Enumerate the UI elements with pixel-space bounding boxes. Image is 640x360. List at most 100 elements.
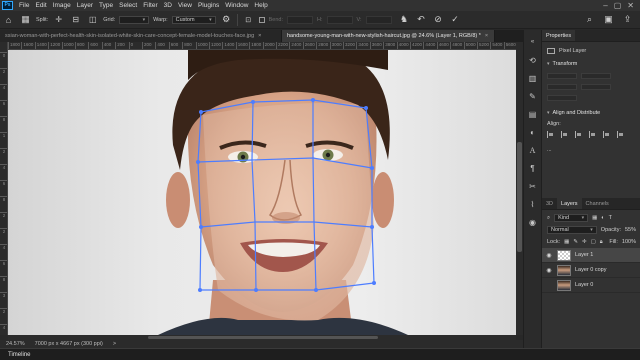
filter-pixel-icon[interactable]: ▦	[592, 215, 597, 221]
collapse-icon[interactable]: «	[527, 36, 539, 48]
learn-icon[interactable]: ✎	[527, 90, 539, 102]
lock-all-icon[interactable]: 🔒︎	[600, 239, 603, 246]
opacity-value[interactable]: 55%	[625, 227, 636, 233]
align-section[interactable]: ▾ Align and Distribute	[542, 107, 640, 119]
align-top-icon[interactable]	[589, 131, 596, 138]
warp-control-point[interactable]	[311, 98, 315, 102]
warp-control-point[interactable]	[199, 110, 203, 114]
v-field[interactable]	[365, 15, 392, 24]
align-right-icon[interactable]	[575, 131, 582, 138]
h-field[interactable]	[326, 15, 353, 24]
tab-document-man[interactable]: handsome-young-man-with-new-stylish-hair…	[282, 30, 495, 42]
split-horizontal-icon[interactable]: ⊟	[69, 13, 82, 26]
close-icon[interactable]: ✕	[627, 1, 634, 10]
bend-field[interactable]	[287, 15, 313, 24]
width-field[interactable]	[547, 72, 577, 79]
align-left-icon[interactable]	[547, 131, 554, 138]
warp-control-point[interactable]	[196, 160, 200, 164]
vertical-scrollbar[interactable]	[516, 42, 523, 335]
adjustments-icon[interactable]: ◐	[527, 126, 539, 138]
lock-artboard-icon[interactable]: ▢	[591, 239, 596, 245]
minimize-icon[interactable]: –	[603, 1, 607, 10]
home-icon[interactable]: ⌂	[2, 13, 15, 26]
menu-plugins[interactable]: Plugins	[195, 2, 222, 9]
align-bottom-icon[interactable]	[617, 131, 624, 138]
canvas[interactable]	[8, 50, 516, 335]
angle-field[interactable]	[547, 94, 577, 101]
warp-control-point[interactable]	[372, 281, 376, 285]
transform-section[interactable]: ▾ Transform	[542, 58, 640, 70]
y-field[interactable]	[581, 83, 611, 90]
share-icon[interactable]: ⇪	[621, 13, 634, 26]
layer-row-layer-0-copy[interactable]: ◉ Layer 0 copy	[542, 263, 640, 278]
filter-type-icon[interactable]: T	[609, 215, 612, 221]
warp-control-point[interactable]	[370, 225, 374, 229]
x-field[interactable]	[547, 83, 577, 90]
menu-type[interactable]: Type	[96, 2, 116, 9]
workspace-icon[interactable]: ▣	[602, 13, 615, 26]
orientation-icon[interactable]: ⚙	[220, 13, 233, 26]
menu-image[interactable]: Image	[50, 2, 74, 9]
reference-point-icon[interactable]: ⊡	[242, 13, 255, 26]
lock-pixels-icon[interactable]: ▦	[564, 239, 569, 245]
warp-control-point[interactable]	[314, 288, 318, 292]
undo-warp-icon[interactable]: ↶	[415, 13, 428, 26]
photoshop-logo[interactable]: Ps	[2, 1, 13, 10]
warp-tool-icon[interactable]: ▦	[19, 13, 32, 26]
paragraph-icon[interactable]: ¶	[527, 162, 539, 174]
history-icon[interactable]: ⟲	[527, 54, 539, 66]
glyphs-icon[interactable]: ◉	[527, 216, 539, 228]
maximize-icon[interactable]: ▢	[614, 1, 622, 10]
split-vertical-icon[interactable]: ◫	[86, 13, 99, 26]
tab-close-icon[interactable]: ×	[258, 33, 261, 39]
fill-value[interactable]: 100%	[622, 239, 636, 245]
warp-control-point[interactable]	[370, 166, 374, 170]
reference-point-checkbox[interactable]	[258, 16, 265, 23]
tab-close-icon[interactable]: ×	[485, 33, 488, 39]
visibility-eye-icon[interactable]: ◉	[545, 267, 553, 274]
tools-icon[interactable]: ✂	[527, 180, 539, 192]
layer-row-layer-1[interactable]: ◉ Layer 1	[542, 248, 640, 263]
commit-transform-icon[interactable]: ✓	[449, 13, 462, 26]
tab-3d[interactable]: 3D	[542, 198, 557, 209]
scroll-thumb[interactable]	[517, 142, 522, 252]
libraries-icon[interactable]: ▤	[527, 108, 539, 120]
warp-dropdown[interactable]: Custom ▾	[171, 15, 216, 24]
layer-row-layer-0[interactable]: Layer 0	[542, 278, 640, 293]
cancel-transform-icon[interactable]: ⊘	[432, 13, 445, 26]
menu-layer[interactable]: Layer	[74, 2, 96, 9]
tab-properties[interactable]: Properties	[542, 30, 576, 41]
tab-channels[interactable]: Channels	[582, 198, 613, 209]
status-menu-arrow[interactable]: >	[113, 341, 116, 347]
warp-control-point[interactable]	[199, 225, 203, 229]
align-center-icon[interactable]	[561, 131, 568, 138]
warp-control-point[interactable]	[254, 288, 258, 292]
character-icon[interactable]: A	[527, 144, 539, 156]
lock-position-icon[interactable]: ✛	[582, 239, 587, 245]
layer-filter-dropdown[interactable]: Kind ▾	[554, 214, 589, 222]
puppet-warp-icon[interactable]: ♞	[398, 13, 411, 26]
tab-document-woman[interactable]: ssian-woman-with-perfect-health-skin-iso…	[0, 30, 282, 42]
menu-view[interactable]: View	[175, 2, 195, 9]
menu-help[interactable]: Help	[251, 2, 270, 9]
grid-dropdown[interactable]: ▾	[119, 15, 150, 24]
menu-window[interactable]: Window	[222, 2, 251, 9]
blend-mode-dropdown[interactable]: Normal ▾	[547, 226, 597, 234]
visibility-eye-icon[interactable]: ◉	[545, 252, 553, 259]
lock-paint-icon[interactable]: ✎	[573, 239, 578, 245]
menu-edit[interactable]: Edit	[32, 2, 49, 9]
more-options[interactable]: ...	[547, 147, 552, 153]
menu-filter[interactable]: Filter	[140, 2, 160, 9]
menu-select[interactable]: Select	[116, 2, 140, 9]
warp-control-point[interactable]	[251, 100, 255, 104]
search-icon[interactable]: ⌕	[583, 13, 596, 26]
split-cross-icon[interactable]: ✛	[52, 13, 65, 26]
warp-control-point[interactable]	[198, 288, 202, 292]
height-field[interactable]	[581, 72, 611, 79]
brush-settings-icon[interactable]: ⌇	[527, 198, 539, 210]
swatches-icon[interactable]: ▥	[527, 72, 539, 84]
menu-3d[interactable]: 3D	[161, 2, 175, 9]
align-middle-icon[interactable]	[603, 131, 610, 138]
tab-layers[interactable]: Layers	[557, 198, 582, 209]
menu-file[interactable]: File	[16, 2, 32, 9]
